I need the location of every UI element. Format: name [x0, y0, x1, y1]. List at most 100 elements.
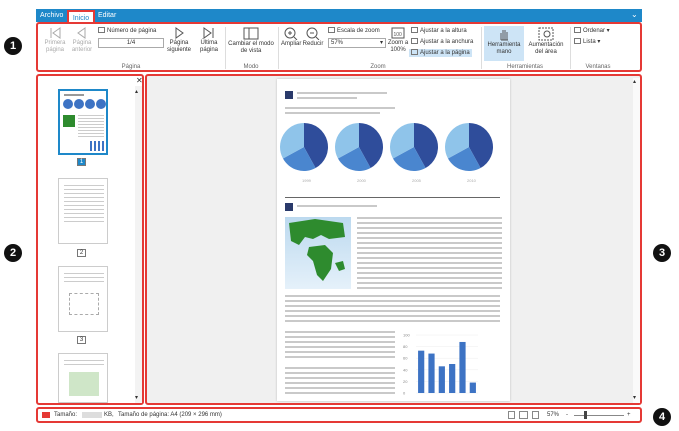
callout-3: 3	[653, 244, 671, 262]
file-type-icon	[42, 412, 50, 418]
pie-label: 1999	[302, 178, 311, 183]
divider	[278, 27, 279, 69]
arrange-icon	[574, 27, 581, 33]
last-page-label: Última página	[199, 40, 219, 53]
thumbnail-number: 1	[77, 158, 86, 166]
thumbnail-scrollbar[interactable]	[135, 86, 142, 403]
thumbnail-page-3[interactable]	[58, 266, 108, 332]
callout-1: 1	[4, 37, 22, 55]
change-view-mode-label: Cambiar el modo de vista	[228, 41, 274, 54]
tab-archivo[interactable]: Archivo	[40, 10, 63, 22]
view-continuous-icon[interactable]	[532, 411, 539, 419]
ribbon: Primera página Página anterior Número de…	[36, 22, 642, 72]
first-page-button[interactable]: Primera página	[42, 27, 68, 54]
zoom-100-button[interactable]: 100 Zoom a 100%	[387, 27, 409, 54]
body-text	[357, 217, 502, 289]
previous-page-label: Página anterior	[71, 40, 93, 53]
list-button[interactable]: Lista ▾	[574, 38, 600, 46]
body-text	[285, 367, 395, 395]
view-single-icon[interactable]	[508, 411, 515, 419]
thumbnail-number: 2	[77, 249, 86, 257]
first-page-icon	[50, 27, 61, 39]
bar	[418, 350, 425, 393]
previous-page-button[interactable]: Página anterior	[69, 27, 95, 54]
fit-height-icon	[411, 27, 418, 33]
group-label-zoom: Zoom	[370, 64, 386, 70]
zoom-slider-track[interactable]	[574, 415, 624, 416]
zoom-slider-handle[interactable]	[584, 411, 587, 419]
thumbnail-page-2[interactable]	[58, 178, 108, 244]
bar	[459, 341, 466, 393]
group-label-pagina: Página	[121, 64, 141, 70]
status-bar: Tamaño: KB, Tamaño de página: A4 (209 × …	[36, 407, 642, 423]
thumbnail-panel: ✕ ▴ ▾ 1 2 3	[36, 74, 144, 405]
thumbnail-page-1[interactable]	[58, 89, 108, 155]
section-marker	[285, 91, 293, 99]
section-rule	[285, 197, 500, 198]
bar-chart: 100 80 60 40 20 0	[403, 333, 478, 396]
bar	[469, 382, 476, 393]
view-double-icon[interactable]	[519, 411, 528, 419]
divider	[481, 27, 482, 69]
scroll-down-icon[interactable]: ▾	[633, 394, 636, 401]
next-page-button[interactable]: Página siguiente	[165, 27, 193, 54]
document-view: ▴ ▾ 1999 2000 2005 2010 100 80 60 40 20 …	[145, 74, 642, 405]
thumbnail-page-4[interactable]	[58, 353, 108, 403]
last-page-button[interactable]: Última página	[196, 27, 222, 54]
group-label-ventanas: Ventanas	[585, 64, 611, 70]
group-label-modo: Modo	[243, 64, 259, 70]
group-label-herramientas: Herramientas	[506, 64, 543, 70]
fit-height-button[interactable]: Ajustar a la altura	[411, 27, 467, 35]
zoom-in-label: Ampliar	[281, 41, 302, 47]
collapse-ribbon-icon[interactable]: ⌄	[631, 10, 638, 19]
zoom-100-label: Zoom a 100%	[387, 40, 409, 53]
area-zoom-icon	[538, 27, 554, 41]
tab-editar[interactable]: Editar	[98, 10, 116, 22]
map-shape	[289, 219, 345, 281]
body-text	[285, 295, 500, 325]
title-bar	[36, 9, 642, 22]
y-tick-label: 40	[403, 367, 408, 372]
fit-width-button[interactable]: Ajustar a la anchura	[411, 38, 473, 46]
document-scrollbar[interactable]	[633, 78, 640, 403]
zoom-in-button[interactable]: Ampliar	[281, 27, 301, 48]
hand-tool-label: Herramienta mano	[487, 42, 521, 55]
divider	[225, 27, 226, 69]
y-tick-label: 80	[403, 344, 408, 349]
close-panel-icon[interactable]: ✕	[136, 77, 143, 85]
divider	[570, 27, 571, 69]
zoom-out-icon	[306, 27, 320, 40]
page-size-text: Tamaño de página: A4 (209 × 296 mm)	[118, 412, 222, 418]
pie-label: 2010	[467, 178, 476, 183]
thumbnail-number: 3	[77, 336, 86, 344]
hand-icon	[500, 30, 508, 41]
zoom-scale-select[interactable]: 57% ▾	[328, 38, 386, 48]
scroll-up-icon[interactable]: ▴	[135, 88, 138, 95]
zoom-scale-value: 57%	[331, 40, 344, 46]
fit-page-button[interactable]: Ajustar a la página	[409, 49, 472, 57]
size-label: Tamaño:	[54, 412, 78, 418]
page-number-label: Número de página	[98, 27, 156, 35]
callout-2: 2	[4, 244, 22, 262]
zoom-minus-button[interactable]: -	[566, 409, 568, 421]
zoom-plus-button[interactable]: +	[627, 409, 631, 421]
y-tick-label: 20	[403, 379, 408, 384]
previous-page-icon	[77, 27, 86, 39]
area-zoom-button[interactable]: Aumentación del área	[526, 27, 566, 56]
change-view-mode-button[interactable]: Cambiar el modo de vista	[228, 27, 274, 55]
callout-4: 4	[653, 408, 671, 426]
view-mode-icon	[243, 27, 259, 40]
svg-text:100: 100	[394, 32, 403, 38]
zoom-out-button[interactable]: Reducir	[302, 27, 324, 48]
arrange-button[interactable]: Ordenar ▾	[574, 27, 610, 35]
pie-label: 2005	[412, 178, 421, 183]
page-number-input[interactable]: 1/4	[98, 38, 164, 48]
scroll-down-icon[interactable]: ▾	[135, 394, 138, 401]
zoom-percentage: 57%	[547, 412, 560, 418]
scroll-up-icon[interactable]: ▴	[633, 78, 636, 85]
bar	[449, 364, 456, 393]
hand-tool-button[interactable]: Herramienta mano	[484, 26, 524, 61]
y-tick-label: 100	[403, 333, 410, 338]
zoom-100-icon: 100	[391, 27, 405, 39]
pie-labels: 1999 2000 2005 2010	[277, 178, 510, 186]
